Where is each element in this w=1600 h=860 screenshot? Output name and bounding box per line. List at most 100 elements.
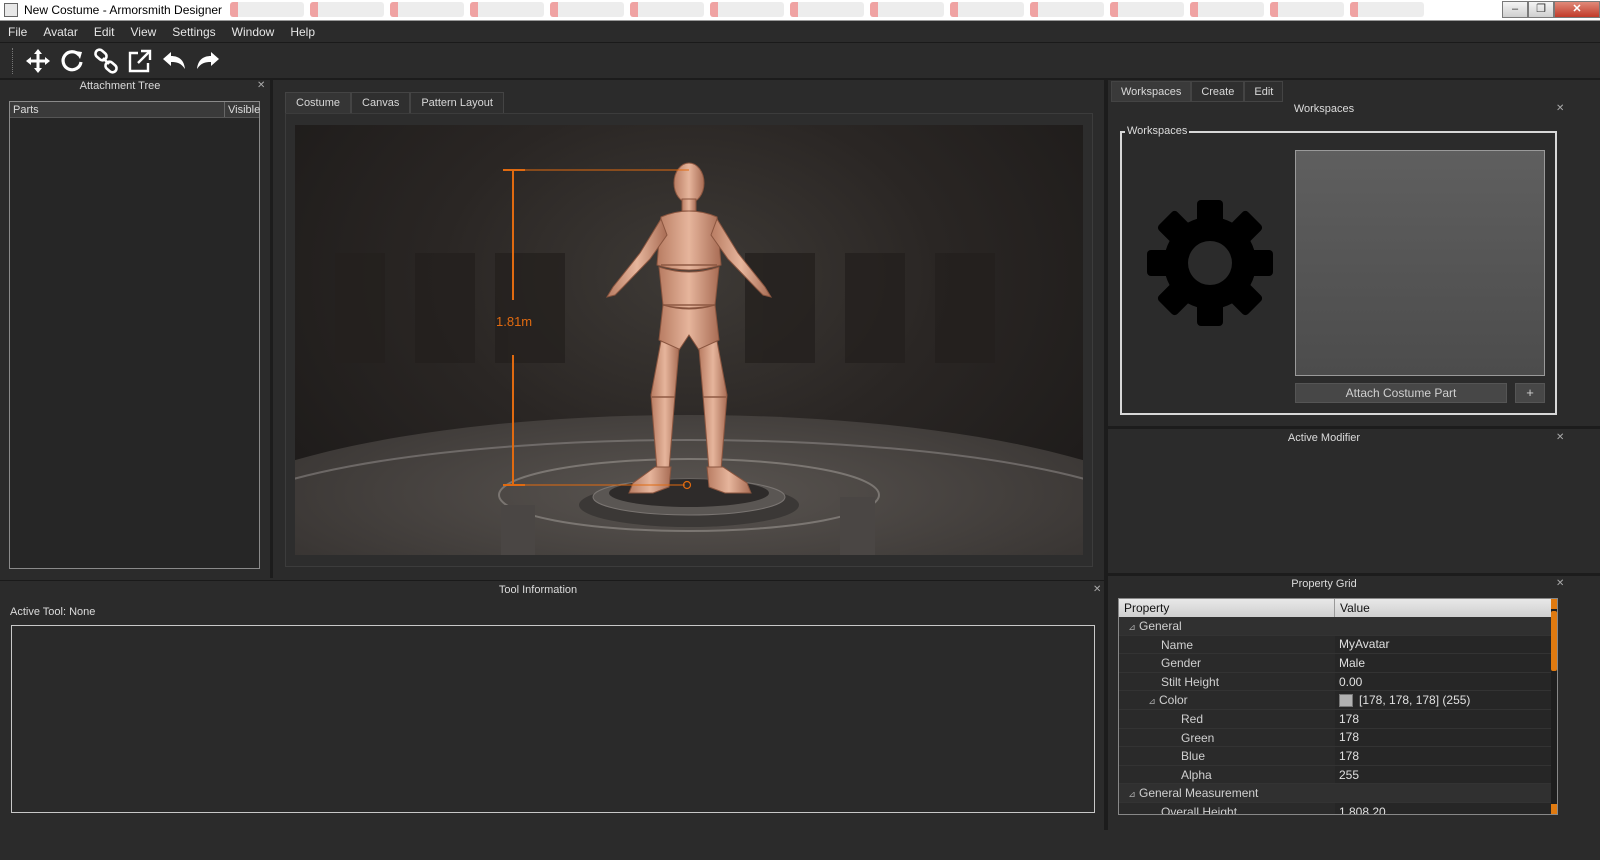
right-separator-2 [1108,573,1600,576]
menu-avatar[interactable]: Avatar [35,25,85,39]
property-name: ⊿ General [1119,617,1335,635]
workspaces-title: Workspaces [1293,103,1355,115]
menu-help[interactable]: Help [282,25,323,39]
property-value[interactable]: 1,808.20 [1335,802,1557,814]
right-panel-tabs: Workspaces Create Edit [1111,81,1284,102]
undo-icon[interactable] [160,47,188,75]
property-value [1335,784,1557,802]
property-row[interactable]: Gender Male [1119,654,1557,673]
property-name: ⊿ Color [1119,691,1335,709]
menu-settings[interactable]: Settings [164,25,223,39]
scene-render [295,162,1083,555]
property-grid-close-icon[interactable]: ✕ [1556,578,1564,589]
close-button[interactable]: ✕ [1554,1,1600,18]
gear-icon[interactable] [1145,198,1275,331]
property-value[interactable]: 0.00 [1335,672,1557,691]
attachment-tree-title: Attachment Tree [79,80,161,92]
expand-toggle-icon[interactable]: ⊿ [1125,785,1139,802]
property-grid-scrollbar[interactable] [1551,599,1557,814]
property-row[interactable]: Blue 178 [1119,747,1557,766]
workspaces-group-label: Workspaces [1125,125,1190,137]
toolbar [0,44,1600,78]
property-row[interactable]: Red 178 [1119,709,1557,729]
property-category-row[interactable]: ⊿ General Measurement [1119,784,1557,803]
menu-edit[interactable]: Edit [86,25,123,39]
export-icon[interactable] [126,47,154,75]
tool-information-close-icon[interactable]: ✕ [1093,584,1101,595]
expand-toggle-icon[interactable]: ⊿ [1145,692,1159,709]
property-row[interactable]: ⊿ Color [178, 178, 178] (255) [1119,691,1557,710]
attach-costume-part-button[interactable]: Attach Costume Part [1295,383,1507,403]
property-name: Red [1181,711,1204,726]
property-value[interactable]: [178, 178, 178] (255) [1335,691,1557,709]
property-row[interactable]: Stilt Height 0.00 [1119,672,1557,692]
property-value [1335,617,1557,635]
redo-icon[interactable] [194,47,222,75]
tab-create[interactable]: Create [1191,81,1245,102]
property-value[interactable]: MyAvatar [1335,635,1557,654]
property-name: Overall Height [1161,804,1238,815]
tab-edit[interactable]: Edit [1244,81,1284,102]
right-splitter[interactable] [1104,80,1108,830]
property-name: Stilt Height [1161,674,1220,689]
property-value[interactable]: 178 [1335,709,1557,728]
window-title: New Costume - Armorsmith Designer [24,3,223,17]
tab-workspaces[interactable]: Workspaces [1111,81,1192,102]
property-name: ⊿ General Measurement [1119,784,1335,802]
menu-view[interactable]: View [123,25,165,39]
toolbar-separator [0,78,1600,80]
tool-information-title: Tool Information [498,584,578,596]
property-row[interactable]: Overall Height 1,808.20 [1119,802,1557,815]
left-splitter[interactable] [270,80,273,578]
title-bar: New Costume - Armorsmith Designer – ❐ ✕ [0,0,1600,21]
attachment-tree-close-icon[interactable]: ✕ [257,80,265,91]
property-row[interactable]: Alpha 255 [1119,765,1557,785]
property-name: Gender [1161,656,1202,671]
value-column-header[interactable]: Value [1335,599,1370,617]
property-name: Name [1161,637,1194,652]
3d-viewport[interactable]: 1.81m [295,125,1083,555]
tab-pattern-layout[interactable]: Pattern Layout [410,92,504,113]
property-value[interactable]: 178 [1335,728,1557,747]
property-name: Alpha [1181,767,1212,782]
attachment-tree[interactable]: Parts Visible [9,101,260,569]
property-value[interactable]: 178 [1335,747,1557,765]
right-separator-1 [1108,426,1600,429]
minimize-button[interactable]: – [1502,1,1528,18]
restore-button[interactable]: ❐ [1528,1,1554,18]
visible-column-header[interactable]: Visible [225,102,260,117]
property-grid-title: Property Grid [1291,578,1357,590]
property-grid[interactable]: Property Value ⊿ General Name MyAvatar Gende… [1118,598,1558,815]
toolbar-grip[interactable] [12,48,16,74]
workspace-preview [1295,150,1545,376]
active-modifier-close-icon[interactable]: ✕ [1556,432,1564,443]
add-button[interactable]: + [1515,383,1545,403]
workspaces-close-icon[interactable]: ✕ [1556,103,1564,114]
property-value[interactable]: Male [1335,654,1557,672]
expand-toggle-icon[interactable]: ⊿ [1125,618,1139,635]
viewport-tabs: Costume Canvas Pattern Layout [285,92,504,113]
background-tabs [230,2,1490,19]
link-icon[interactable] [92,47,120,75]
menu-file[interactable]: File [0,25,35,39]
menu-window[interactable]: Window [224,25,283,39]
parts-column-header[interactable]: Parts [10,102,225,117]
menu-bar: File Avatar Edit View Settings Window He… [0,22,1600,43]
property-row[interactable]: Green 178 [1119,728,1557,748]
property-name: Blue [1181,749,1206,764]
property-row[interactable]: Name MyAvatar [1119,635,1557,655]
tab-canvas[interactable]: Canvas [351,92,411,113]
height-label: 1.81m [496,314,533,329]
tab-costume[interactable]: Costume [285,92,352,113]
property-name: Green [1181,730,1215,745]
tool-info-box [11,625,1095,813]
rotate-icon[interactable] [58,47,86,75]
property-category-row[interactable]: ⊿ General [1119,617,1557,636]
color-swatch[interactable] [1339,693,1353,707]
app-icon [4,3,18,17]
move-icon[interactable] [24,47,52,75]
active-modifier-title: Active Modifier [1287,432,1361,444]
active-tool-label: Active Tool: None [10,606,96,618]
property-column-header[interactable]: Property [1119,599,1335,617]
property-value[interactable]: 255 [1335,765,1557,784]
